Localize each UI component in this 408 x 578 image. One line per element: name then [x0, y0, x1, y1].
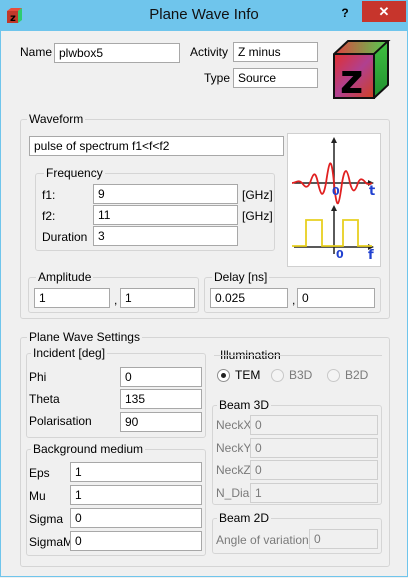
- theta-label: Theta: [29, 392, 60, 406]
- beam2d-title: Beam 2D: [217, 511, 272, 525]
- mu-label: Mu: [29, 489, 46, 503]
- ndia-label: N_Dia: [216, 486, 250, 500]
- polarisation-label: Polarisation: [29, 414, 92, 428]
- radio-tem-label: TEM: [235, 368, 261, 382]
- plane-wave-settings-title: Plane Wave Settings: [27, 330, 142, 344]
- time-origin-label: 0: [332, 185, 340, 198]
- theta-field[interactable]: 135: [120, 389, 202, 409]
- beam3d-title: Beam 3D: [217, 398, 272, 412]
- logo-letter: z: [340, 57, 363, 102]
- activity-field[interactable]: Z minus: [233, 42, 318, 62]
- logo-cube-icon: z: [330, 38, 392, 103]
- neckx-field[interactable]: 0: [250, 415, 378, 435]
- name-field[interactable]: plwbox5: [54, 43, 180, 63]
- radio-b2d-label: B2D: [345, 368, 369, 382]
- amplitude-field-1[interactable]: 1: [34, 288, 110, 308]
- polarisation-field[interactable]: 90: [120, 412, 202, 432]
- f1-label: f1:: [42, 188, 56, 202]
- duration-field[interactable]: 3: [93, 226, 238, 246]
- eps-field[interactable]: 1: [70, 462, 202, 482]
- frequency-title: Frequency: [44, 166, 105, 180]
- name-label: Name: [20, 45, 53, 59]
- f2-unit: [GHz]: [242, 209, 273, 223]
- freq-origin-label: 0: [336, 248, 344, 261]
- type-field[interactable]: Source: [233, 68, 318, 88]
- radio-b2d-indicator[interactable]: [327, 369, 340, 382]
- sigmam-label: SigmaM: [29, 535, 74, 549]
- f1-field[interactable]: 9: [93, 184, 238, 204]
- duration-label: Duration: [42, 230, 88, 244]
- f2-field[interactable]: 11: [93, 205, 238, 225]
- help-button[interactable]: ?: [331, 2, 359, 24]
- activity-label: Activity: [190, 45, 229, 59]
- delay-title: Delay [ns]: [212, 270, 270, 284]
- illumination-divider: [214, 355, 382, 356]
- necky-field[interactable]: 0: [250, 438, 378, 458]
- waveform-type-field[interactable]: pulse of spectrum f1<f<f2: [29, 136, 284, 156]
- radio-b3d-indicator[interactable]: [271, 369, 284, 382]
- angle-of-variation-label: Angle of variation: [216, 533, 309, 547]
- neckx-label: NeckX: [216, 418, 252, 432]
- incident-title: Incident [deg]: [31, 346, 108, 360]
- angle-of-variation-field[interactable]: 0: [309, 529, 378, 549]
- delay-field-2[interactable]: 0: [297, 288, 375, 308]
- neckz-label: NeckZ: [216, 463, 251, 477]
- ndia-field[interactable]: 1: [250, 483, 378, 503]
- eps-label: Eps: [29, 466, 50, 480]
- phi-field[interactable]: 0: [120, 367, 202, 387]
- mu-field[interactable]: 1: [70, 485, 202, 505]
- sigmam-field[interactable]: 0: [70, 531, 202, 551]
- delay-separator: ,: [292, 293, 296, 307]
- waveform-title: Waveform: [27, 112, 86, 126]
- waveform-preview: 0 t 0 f: [287, 133, 381, 267]
- background-medium-title: Background medium: [31, 442, 146, 456]
- radio-b3d-label: B3D: [289, 368, 313, 382]
- close-button[interactable]: ✕: [362, 1, 406, 22]
- f2-label: f2:: [42, 209, 56, 223]
- sigma-field[interactable]: 0: [70, 508, 202, 528]
- freq-axis-label: f: [368, 248, 374, 263]
- necky-label: NeckY: [216, 441, 252, 455]
- neckz-field[interactable]: 0: [250, 460, 378, 480]
- delay-field-1[interactable]: 0.025: [210, 288, 288, 308]
- phi-label: Phi: [29, 370, 47, 384]
- amplitude-field-2[interactable]: 1: [120, 288, 195, 308]
- type-label: Type: [204, 71, 231, 85]
- sigma-label: Sigma: [29, 512, 64, 526]
- f1-unit: [GHz]: [242, 188, 273, 202]
- amplitude-title: Amplitude: [36, 270, 94, 284]
- time-axis-label: t: [369, 184, 375, 199]
- amplitude-separator: ,: [114, 293, 118, 307]
- radio-tem-indicator[interactable]: [217, 369, 230, 382]
